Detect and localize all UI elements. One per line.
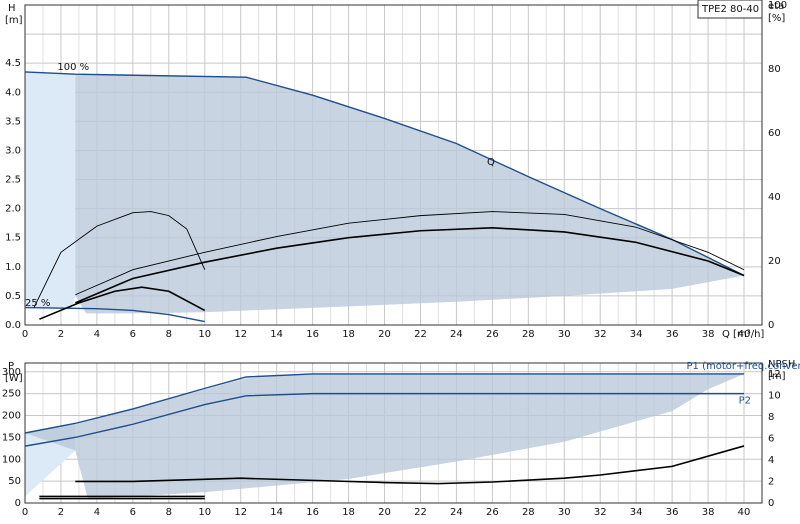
x-tick-label: 26: [486, 507, 499, 518]
x-tick-label: 28: [522, 507, 535, 518]
y2-axis-unit: [%]: [768, 13, 785, 24]
y-tick-label: 0: [15, 498, 21, 509]
y2-tick-label: 2: [768, 476, 774, 487]
x-tick-label: 4: [94, 329, 100, 340]
y-axis-label: H: [8, 3, 16, 14]
y-tick-label: 200: [2, 411, 21, 422]
y-tick-label: 4.0: [5, 87, 21, 98]
x-tick-label: 34: [630, 329, 643, 340]
x-tick-label: 10: [198, 329, 211, 340]
x-tick-label: 22: [414, 329, 427, 340]
x-tick-label: 6: [130, 507, 136, 518]
y-tick-label: 3.5: [5, 116, 21, 127]
y2-tick-label: 0: [768, 498, 774, 509]
y2-tick-label: 10: [768, 390, 781, 401]
x-tick-label: 24: [450, 507, 463, 518]
x-tick-label: 4: [94, 507, 100, 518]
pump-curve-chart: 0 2 4 6 8 10 12 14 16 18 20 22 24 26 28 30 32 34 36 38 40 0.0…: [0, 0, 800, 520]
y-tick-label: 3.0: [5, 145, 21, 156]
x-tick-label: 38: [702, 507, 715, 518]
x-tick-label: 32: [594, 329, 607, 340]
y2-tick-label: 40: [768, 192, 781, 203]
y2-tick-label: 6: [768, 433, 774, 444]
x-tick-label: 36: [666, 329, 679, 340]
x-tick-label: 22: [414, 507, 427, 518]
y2-tick-label: 80: [768, 64, 781, 75]
y-tick-label: 50: [8, 476, 21, 487]
x-tick-label: 8: [166, 507, 172, 518]
y2-tick-label: 20: [768, 256, 781, 267]
y-tick-label: 150: [2, 432, 21, 443]
y-tick-label: 1.5: [5, 233, 21, 244]
x-tick-label: 36: [666, 507, 679, 518]
x-tick-label: 34: [630, 507, 643, 518]
x-tick-label: 28: [522, 329, 535, 340]
low-flow-region: [25, 71, 76, 308]
y2-tick-label: 4: [768, 455, 774, 466]
annotation: 100 %: [57, 62, 89, 73]
x-tick-label: 20: [378, 329, 391, 340]
y2-tick-label: 0: [768, 320, 774, 331]
x-tick-label: 38: [702, 329, 715, 340]
y-tick-label: 2.0: [5, 204, 21, 215]
x-tick-label: 16: [306, 507, 319, 518]
x-tick-label: 12: [234, 507, 247, 518]
y-tick-label: 4.5: [5, 58, 21, 69]
y-tick-label: 0.0: [5, 320, 21, 331]
x-tick-label: 6: [130, 329, 136, 340]
y2-axis-label: eta: [768, 1, 784, 12]
annotation: Q: [487, 157, 495, 168]
x-tick-label: 8: [166, 329, 172, 340]
x-axis-label: Q [m³/h]: [722, 329, 764, 340]
x-tick-label: 0: [22, 329, 28, 340]
operating-region: [75, 74, 745, 314]
x-tick-label: 26: [486, 329, 499, 340]
y2-axis-unit: [m]: [768, 371, 786, 382]
x-tick-label: 18: [342, 507, 355, 518]
annotation: 25 %: [25, 298, 50, 309]
x-tick-label: 10: [198, 507, 211, 518]
chart-svg: 0 2 4 6 8 10 12 14 16 18 20 22 24 26 28 30 32 34 36 38 400.0…: [2, 0, 800, 518]
y-tick-label: 1.0: [5, 262, 21, 273]
head-panel: 0 2 4 6 8 10 12 14 16 18 20 22 24 26 28 30 32 34 36 38 400.0…: [5, 0, 787, 340]
x-tick-label: 2: [58, 507, 64, 518]
x-tick-label: 24: [450, 329, 463, 340]
x-tick-label: 30: [558, 329, 571, 340]
x-tick-label: 14: [270, 329, 283, 340]
x-tick-label: 0: [22, 507, 28, 518]
y-axis-unit: [m]: [5, 15, 23, 26]
y-tick-label: 250: [2, 389, 21, 400]
y-axis-label: P: [8, 361, 14, 372]
x-tick-label: 30: [558, 507, 571, 518]
y2-tick-label: 8: [768, 412, 774, 423]
x-tick-label: 12: [234, 329, 247, 340]
power-panel: 0 2 4 6 8 10 12 14 16 18 20 22 24 26 28 30 32 34 36 38 40050…: [2, 359, 800, 518]
x-tick-label: 40: [738, 507, 751, 518]
y-tick-label: 0.5: [5, 291, 21, 302]
legend-label: P1 (motor+freq.converter): [687, 361, 800, 372]
y-axis-unit: [W]: [5, 373, 23, 384]
y2-tick-label: 60: [768, 128, 781, 139]
x-tick-label: 20: [378, 507, 391, 518]
model-label: TPE2 80-40: [701, 4, 759, 15]
y-tick-label: 100: [2, 454, 21, 465]
x-tick-label: 2: [58, 329, 64, 340]
x-tick-label: 14: [270, 507, 283, 518]
y-tick-label: 2.5: [5, 175, 21, 186]
x-tick-label: 18: [342, 329, 355, 340]
legend-label: P2: [739, 395, 751, 406]
x-tick-label: 16: [306, 329, 319, 340]
x-tick-label: 32: [594, 507, 607, 518]
